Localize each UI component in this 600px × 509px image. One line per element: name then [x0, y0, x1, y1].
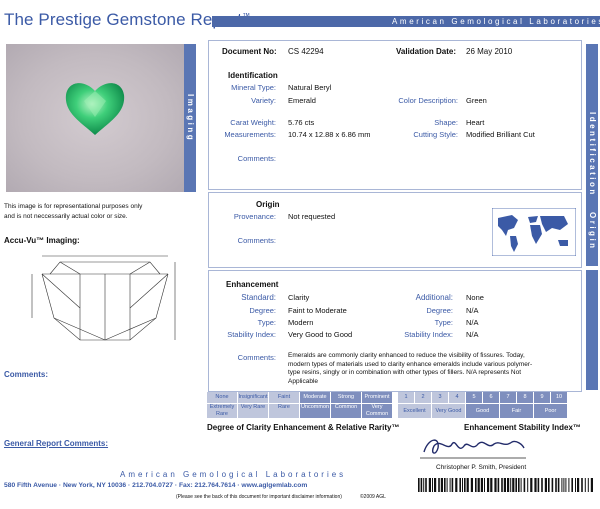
stability-scale-caption: Enhancement Stability Index™ — [464, 423, 581, 432]
tab-origin: Origin — [586, 196, 598, 266]
clarity-scale-cell: None — [207, 392, 237, 403]
stability-number-cell: 9 — [534, 392, 550, 403]
clarity-scale-cell: Insignificant — [238, 392, 268, 403]
stability-number-cell: 1 — [398, 392, 414, 403]
mineral-type: Natural Beryl — [288, 83, 332, 92]
carat-weight-label: Carat Weight: — [230, 118, 276, 127]
rarity-scale-cell: Uncommon — [300, 404, 330, 418]
additional: None — [466, 293, 484, 302]
rarity-scale-cell: Common — [331, 404, 361, 418]
signature-icon — [420, 439, 526, 459]
stability-index: Very Good to Good — [288, 330, 353, 339]
mineral-type-label: Mineral Type: — [231, 83, 276, 92]
stability-number-cell: 2 — [415, 392, 431, 403]
rarity-scale-cell: Very Common — [362, 404, 392, 418]
provenance: Not requested — [288, 212, 336, 221]
photo-disclaimer: This image is for representational purpo… — [4, 203, 143, 220]
accu-vu-diagram — [31, 255, 176, 341]
identification-panel — [208, 40, 582, 190]
tab-enhancement-bar — [586, 270, 598, 390]
degree: Faint to Moderate — [288, 306, 347, 315]
enhancement-comments: Emeralds are commonly clarity enhanced t… — [288, 352, 533, 385]
variety: Emerald — [288, 96, 316, 105]
type-label: Type: — [257, 318, 276, 327]
stability-number-cell: 3 — [432, 392, 448, 403]
signatory-name: Christopher P. Smith, President — [436, 464, 527, 471]
origin-comments-label: Comments: — [237, 236, 276, 245]
cutting-style-label: Cutting Style: — [413, 130, 458, 139]
color-description-label: Color Description: — [398, 96, 458, 105]
stability-number-cell: 5 — [466, 392, 482, 403]
rarity-scale-cell: Very Rare — [238, 404, 268, 418]
clarity-scale-caption: Degree of Clarity Enhancement & Relative… — [207, 423, 400, 432]
variety-label: Variety: — [251, 96, 276, 105]
org-banner-text: American Gemological Laboratories — [392, 17, 600, 26]
stability-label-cell: Excellent — [398, 404, 431, 418]
tab-imaging: Imaging — [184, 44, 196, 192]
validation-date-label: Validation Date: — [396, 47, 457, 56]
footer-copyright: ©2009 AGL — [360, 494, 386, 500]
stability-label-cell: Poor — [534, 404, 567, 418]
additional-degree: N/A — [466, 306, 479, 315]
enhancement-heading: Enhancement — [226, 280, 279, 289]
provenance-label: Provenance: — [233, 212, 276, 221]
validation-date: 26 May 2010 — [466, 47, 513, 56]
color-description: Green — [466, 96, 487, 105]
origin-heading: Origin — [256, 200, 280, 209]
emerald-gem-icon — [65, 83, 125, 135]
world-map-icon — [492, 208, 576, 256]
stability-index-label: Stability Index: — [227, 330, 276, 339]
stability-label-cell: Fair — [500, 404, 533, 418]
additional-type: N/A — [466, 318, 479, 327]
standard-label: Standard: — [241, 293, 276, 302]
additional-type-label: Type: — [434, 318, 453, 327]
clarity-scale-cell: Faint — [269, 392, 299, 403]
identification-heading: Identification — [228, 71, 278, 80]
stability-label-cell: Very Good — [432, 404, 465, 418]
stability-label-cell: Good — [466, 404, 499, 418]
clarity-scale-cell: Prominent — [362, 392, 392, 403]
additional-stability-label: Stability Index: — [404, 330, 453, 339]
cutting-style: Modified Brilliant Cut — [466, 130, 535, 139]
document-number: CS 42294 — [288, 47, 324, 56]
identification-comments-label: Comments: — [237, 154, 276, 163]
shape: Heart — [466, 118, 485, 127]
general-comments-label: General Report Comments: — [4, 439, 109, 448]
rarity-scale-cell: Extremely Rare — [207, 404, 237, 418]
footer-address: 580 Fifth Avenue · New York, NY 10036 · … — [4, 482, 308, 489]
barcode-icon — [418, 478, 593, 492]
measurements-label: Measurements: — [224, 130, 276, 139]
clarity-scale-cell: Moderate — [300, 392, 330, 403]
left-comments-label: Comments: — [4, 370, 49, 379]
stability-number-cell: 7 — [500, 392, 516, 403]
clarity-scale-cell: Strong — [331, 392, 361, 403]
accu-vu-label: Accu-Vu™ Imaging: — [4, 236, 80, 245]
stability-number-cell: 8 — [517, 392, 533, 403]
document-number-label: Document No: — [222, 47, 277, 56]
footer-disclaimer: (Please see the back of this document fo… — [176, 494, 342, 500]
additional-stability: N/A — [466, 330, 479, 339]
shape-label: Shape: — [434, 118, 458, 127]
standard: Clarity — [288, 293, 310, 302]
org-banner: American Gemological Laboratories — [212, 16, 600, 27]
enhancement-comments-label: Comments: — [237, 353, 276, 362]
stability-number-cell: 6 — [483, 392, 499, 403]
measurements: 10.74 x 12.88 x 6.86 mm — [288, 130, 371, 139]
carat-weight: 5.76 cts — [288, 118, 315, 127]
degree-label: Degree: — [249, 306, 276, 315]
additional-label: Additional: — [415, 293, 453, 302]
rarity-scale-cell: Rare — [269, 404, 299, 418]
type: Modern — [288, 318, 314, 327]
stability-number-cell: 4 — [449, 392, 465, 403]
stability-number-cell: 10 — [551, 392, 567, 403]
footer-banner: American Gemological Laboratories — [120, 470, 347, 479]
additional-degree-label: Degree: — [426, 306, 453, 315]
